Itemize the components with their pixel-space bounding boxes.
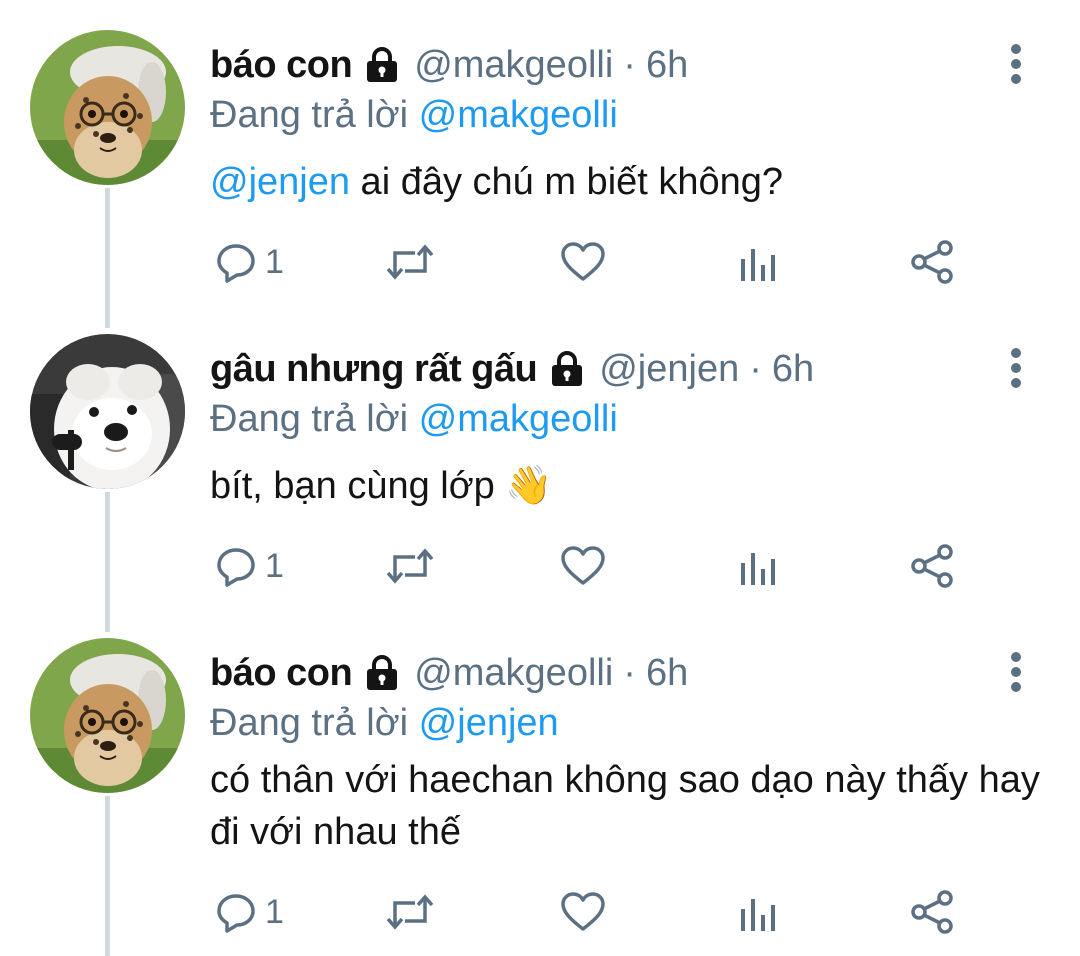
display-name[interactable]: báo con xyxy=(210,650,353,696)
tweet[interactable]: báo con @makgeolli · 6h Đang trả lời @ma… xyxy=(0,30,1080,300)
share-button[interactable] xyxy=(910,886,956,938)
replying-to: Đang trả lời @makgeolli xyxy=(210,396,618,442)
action-bar: 1 xyxy=(210,236,970,288)
share-button[interactable] xyxy=(910,236,956,288)
like-button[interactable] xyxy=(560,540,606,592)
cheetah-avatar-image xyxy=(30,30,185,185)
heart-icon xyxy=(560,545,606,587)
reply-button[interactable]: 1 xyxy=(215,886,284,938)
dog-avatar-image xyxy=(30,334,185,489)
retweet-button[interactable] xyxy=(385,886,435,938)
replying-to-mention[interactable]: @makgeolli xyxy=(419,94,618,136)
share-icon xyxy=(910,239,956,285)
reply-icon xyxy=(215,891,257,933)
replying-to-mention[interactable]: @jenjen xyxy=(419,702,559,744)
retweet-icon xyxy=(385,545,435,587)
tweet-text: bít, bạn cùng lớp 👋 xyxy=(210,460,1050,512)
tweet[interactable]: báo con @makgeolli · 6h Đang trả lời @je… xyxy=(0,638,1080,956)
tweet-header: báo con @makgeolli · 6h xyxy=(210,42,688,88)
handle[interactable]: @makgeolli xyxy=(414,650,613,696)
text-mention[interactable]: @jenjen xyxy=(210,161,350,203)
analytics-button[interactable] xyxy=(738,236,778,288)
timestamp[interactable]: 6h xyxy=(772,346,814,392)
separator-dot: · xyxy=(623,44,636,86)
reply-button[interactable]: 1 xyxy=(215,540,284,592)
reply-icon xyxy=(215,545,257,587)
analytics-icon xyxy=(738,891,778,933)
more-vertical-icon[interactable] xyxy=(1003,346,1029,390)
retweet-button[interactable] xyxy=(385,236,435,288)
reply-button[interactable]: 1 xyxy=(215,236,284,288)
separator-dot: · xyxy=(749,348,762,390)
heart-icon xyxy=(560,891,606,933)
avatar[interactable] xyxy=(30,30,185,185)
tweet[interactable]: gâu nhưng rất gấu @jenjen · 6h Đang trả … xyxy=(0,334,1080,604)
analytics-icon xyxy=(738,241,778,283)
replying-to-label: Đang trả lời xyxy=(210,702,409,744)
display-name[interactable]: báo con xyxy=(210,42,353,88)
lock-icon xyxy=(362,653,402,693)
replying-to-label: Đang trả lời xyxy=(210,94,409,136)
tweet-body: bít, bạn cùng lớp 👋 xyxy=(210,465,553,507)
handle[interactable]: @jenjen xyxy=(599,346,739,392)
like-button[interactable] xyxy=(560,886,606,938)
more-vertical-icon[interactable] xyxy=(1003,42,1029,86)
timestamp[interactable]: 6h xyxy=(646,650,688,696)
reply-count: 1 xyxy=(265,892,284,931)
retweet-icon xyxy=(385,241,435,283)
retweet-icon xyxy=(385,891,435,933)
share-button[interactable] xyxy=(910,540,956,592)
replying-to: Đang trả lời @makgeolli xyxy=(210,92,618,138)
tweet-header: báo con @makgeolli · 6h xyxy=(210,650,688,696)
lock-icon xyxy=(362,45,402,85)
analytics-icon xyxy=(738,545,778,587)
tweet-body: ai đây chú m biết không? xyxy=(350,161,784,203)
reply-count: 1 xyxy=(265,242,284,281)
tweet-text: @jenjen ai đây chú m biết không? xyxy=(210,156,1050,208)
lock-icon xyxy=(547,349,587,389)
tweet-header: gâu nhưng rất gấu @jenjen · 6h xyxy=(210,346,814,392)
replying-to: Đang trả lời @jenjen xyxy=(210,700,559,746)
analytics-button[interactable] xyxy=(738,886,778,938)
reply-count: 1 xyxy=(265,546,284,585)
retweet-button[interactable] xyxy=(385,540,435,592)
reply-icon xyxy=(215,241,257,283)
action-bar: 1 xyxy=(210,540,970,592)
share-icon xyxy=(910,889,956,935)
cheetah-avatar-image xyxy=(30,638,185,793)
separator-dot: · xyxy=(623,652,636,694)
heart-icon xyxy=(560,241,606,283)
action-bar: 1 xyxy=(210,886,970,938)
tweet-body: có thân với haechan không sao dạo này th… xyxy=(210,759,1040,853)
avatar[interactable] xyxy=(30,334,185,489)
replying-to-label: Đang trả lời xyxy=(210,398,409,440)
replying-to-mention[interactable]: @makgeolli xyxy=(419,398,618,440)
handle[interactable]: @makgeolli xyxy=(414,42,613,88)
tweet-text: có thân với haechan không sao dạo này th… xyxy=(210,754,1050,858)
like-button[interactable] xyxy=(560,236,606,288)
analytics-button[interactable] xyxy=(738,540,778,592)
timestamp[interactable]: 6h xyxy=(646,42,688,88)
share-icon xyxy=(910,543,956,589)
display-name[interactable]: gâu nhưng rất gấu xyxy=(210,346,538,392)
avatar[interactable] xyxy=(30,638,185,793)
more-vertical-icon[interactable] xyxy=(1003,650,1029,694)
